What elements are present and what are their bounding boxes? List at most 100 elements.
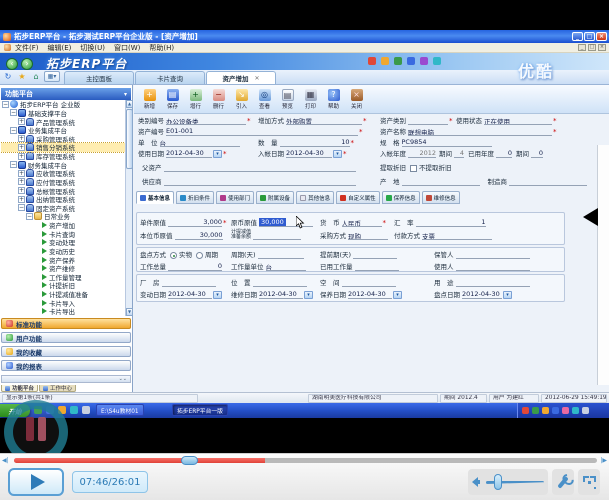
mdi-close-icon[interactable] [598, 44, 606, 51]
radio-physical[interactable] [170, 252, 177, 259]
tree-expander-icon[interactable] [18, 178, 25, 185]
tree-item[interactable]: 基础支撑平台 [1, 109, 125, 118]
lead-days-input[interactable] [353, 250, 397, 259]
menu-item[interactable]: 帮助(H) [149, 43, 174, 53]
detail-tab[interactable]: 维修信息 [422, 191, 460, 204]
panel-overflow-chevrons[interactable]: ⌄⌄ [1, 375, 131, 383]
position-input[interactable] [253, 278, 307, 287]
taskbar-window-button[interactable]: 拓步ERP平台一版 [172, 404, 228, 416]
fullscreen-button[interactable] [578, 469, 600, 495]
tray-icon[interactable] [552, 407, 559, 414]
toolbar-button[interactable]: 关闭 [345, 86, 368, 112]
panel-tab[interactable]: 工作中心 [39, 385, 76, 392]
toolbar-button[interactable]: 新增 [138, 86, 161, 112]
tray-icon[interactable] [522, 407, 529, 414]
asset-name-input[interactable]: 联想电脑 [408, 127, 552, 136]
maker-input[interactable] [509, 177, 587, 186]
shortcut-icon[interactable] [433, 57, 441, 65]
tree-item[interactable]: 卡片导出 [1, 307, 125, 316]
tray-icon[interactable] [542, 407, 549, 414]
quick-launch-icon[interactable] [70, 406, 78, 414]
group-button[interactable]: 我的报表 [1, 360, 131, 371]
tree-item[interactable]: 库存管理系统 [1, 152, 125, 161]
home-icon[interactable]: ⌂ [31, 72, 41, 82]
volume-slider[interactable] [486, 474, 544, 490]
tray-icon[interactable] [572, 407, 579, 414]
calendar-dropdown-icon[interactable] [304, 291, 313, 299]
tree-expander-icon[interactable] [2, 101, 9, 108]
used-year-input[interactable]: 0 [496, 149, 512, 158]
menu-item[interactable]: 文件(F) [15, 43, 39, 53]
tree-item[interactable]: 业务集成平台 [1, 126, 125, 135]
add-mode-input[interactable]: 外部购置 [286, 116, 362, 125]
scroll-up-icon[interactable]: ▲ [126, 100, 133, 108]
plant-input[interactable] [162, 278, 216, 287]
spec-input[interactable]: PC9854 [402, 138, 492, 147]
tree-item[interactable]: 日常业务 [1, 212, 125, 221]
tree-item[interactable]: 计提减值准备 [1, 290, 125, 299]
toolbar-button[interactable]: 打印 [299, 86, 322, 112]
mdi-restore-icon[interactable] [588, 44, 596, 51]
tree-scrollbar[interactable]: ▲ ▼ [125, 100, 132, 316]
tree-expander-icon[interactable] [18, 170, 25, 177]
tree-item[interactable]: 卡片查询 [1, 229, 125, 238]
work-total-input[interactable]: 0 [168, 262, 222, 271]
tree-item[interactable]: 应收管理系统 [1, 169, 125, 178]
tree-item[interactable]: 应付管理系统 [1, 178, 125, 187]
pay-mode-input[interactable]: 支票 [422, 231, 492, 240]
toolbar-button[interactable]: 删行 [207, 86, 230, 112]
use-status-input[interactable]: 正在使用 [484, 116, 552, 125]
tray-icon[interactable] [582, 407, 589, 414]
panel-tab[interactable]: 功能平台 [1, 385, 38, 392]
prev-overlay-arrow-icon[interactable] [583, 208, 598, 226]
work-used-input[interactable] [355, 262, 399, 271]
tree-item[interactable]: 工作量管理 [1, 273, 125, 282]
toolbar-button[interactable]: 增行 [184, 86, 207, 112]
asset-category-input[interactable] [408, 116, 448, 125]
menu-item[interactable]: 切换(U) [80, 43, 105, 53]
tree-expander-icon[interactable] [18, 135, 25, 142]
tree-item[interactable]: 产品管理系统 [1, 117, 125, 126]
shortcut-icon[interactable] [394, 57, 402, 65]
video-frame[interactable]: 拓步ERP平台 - 拓步测试ERP平台企业版 - [资产增加] 文件(F)编辑(… [0, 30, 609, 418]
detail-tab[interactable]: 折旧条件 [176, 191, 214, 204]
space-input[interactable] [342, 278, 396, 287]
shortcut-icon[interactable] [420, 57, 428, 65]
tree-item[interactable]: 变动历史 [1, 247, 125, 256]
local-value-input[interactable]: 30,000 [175, 231, 223, 240]
purchase-mode-input[interactable]: 现购 [348, 231, 388, 240]
volume-icon[interactable] [472, 476, 483, 488]
tab-close-icon[interactable]: ✕ [254, 75, 259, 82]
unit-value-input[interactable]: 3,000 [168, 218, 222, 227]
maximize-button[interactable] [584, 32, 595, 41]
tree-expander-icon[interactable] [18, 196, 25, 203]
usage-input[interactable] [456, 278, 530, 287]
work-unit-input[interactable]: 台 [266, 262, 306, 271]
detail-tab[interactable]: 附属设备 [256, 191, 294, 204]
volume-handle[interactable] [494, 474, 502, 490]
document-tab[interactable]: 卡片查询 ✕ [135, 71, 205, 84]
toolbar-button[interactable]: 预览 [276, 86, 299, 112]
refresh-icon[interactable]: ↻ [3, 72, 13, 82]
menu-item[interactable]: 编辑(E) [48, 43, 72, 53]
asset-no-input[interactable]: E01-001 [166, 127, 358, 136]
origin-input[interactable] [402, 177, 480, 186]
maintain-date-input[interactable]: 2012-04-30 [348, 290, 392, 299]
tree-expander-icon[interactable] [26, 213, 33, 220]
progress-track[interactable] [14, 458, 597, 463]
used-period-input[interactable]: 0 [531, 149, 543, 158]
minimize-button[interactable] [572, 32, 583, 41]
close-button[interactable] [596, 32, 607, 41]
tree-expander-icon[interactable] [18, 187, 25, 194]
tree-item[interactable]: 销售分销系统 [1, 143, 125, 152]
calendar-dropdown-icon[interactable] [213, 291, 222, 299]
rate-input[interactable]: 1 [416, 218, 486, 227]
toolbar-button[interactable]: 引入 [230, 86, 253, 112]
back-button[interactable] [6, 58, 18, 70]
toolbar-button[interactable]: 查看 [253, 86, 276, 112]
toolbar-button[interactable]: 保存 [161, 86, 184, 112]
tree-item[interactable]: 资产保养 [1, 255, 125, 264]
book-date-input[interactable]: 2012-04-30 [286, 149, 332, 158]
tree-expander-icon[interactable] [18, 144, 25, 151]
favorite-star-icon[interactable]: ★ [17, 72, 27, 82]
